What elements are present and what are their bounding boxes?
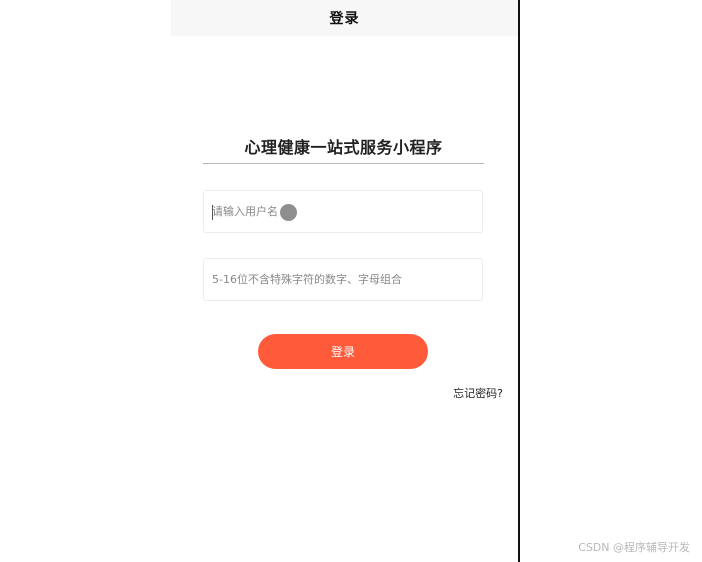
- mini-program-page: 登录 心理健康一站式服务小程序 登录 忘记密码?: [171, 0, 518, 562]
- text-caret: [212, 205, 213, 220]
- screen-canvas: 登录 心理健康一站式服务小程序 登录 忘记密码? CSDN @程序辅导开发: [0, 0, 702, 562]
- watermark-text: CSDN @程序辅导开发: [578, 541, 690, 554]
- mouse-pointer-icon: [280, 204, 297, 221]
- password-input[interactable]: [212, 273, 482, 286]
- username-field[interactable]: [203, 190, 483, 233]
- username-input[interactable]: [212, 205, 482, 218]
- password-field[interactable]: [203, 258, 483, 301]
- page-title: 登录: [329, 11, 360, 27]
- forgot-password-link[interactable]: 忘记密码?: [453, 385, 503, 401]
- phone-frame-divider: [518, 0, 520, 562]
- title-divider: [203, 163, 484, 164]
- app-title: 心理健康一站式服务小程序: [244, 138, 443, 157]
- navigation-bar: 登录: [171, 0, 518, 36]
- login-button[interactable]: 登录: [258, 334, 428, 369]
